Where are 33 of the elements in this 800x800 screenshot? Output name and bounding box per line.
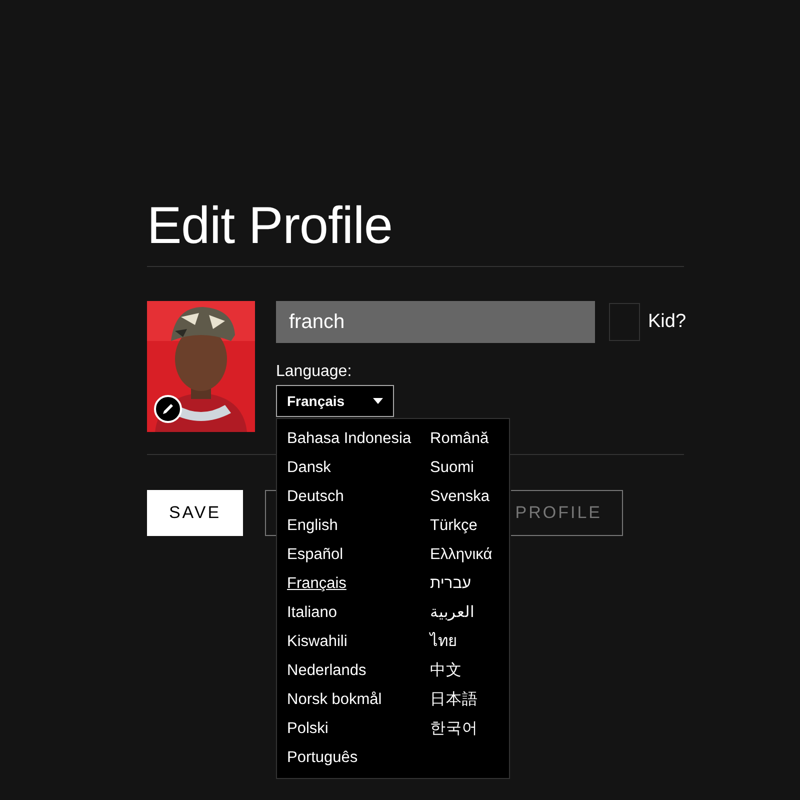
language-option[interactable]: Português xyxy=(287,747,430,776)
language-option[interactable]: Deutsch xyxy=(287,486,430,515)
language-option[interactable]: Dansk xyxy=(287,457,430,486)
language-option[interactable]: Türkçe xyxy=(430,515,510,544)
language-option[interactable]: עברית xyxy=(430,573,510,602)
language-select[interactable]: Français xyxy=(276,385,394,417)
language-option[interactable]: Română xyxy=(430,428,510,457)
language-option[interactable]: Italiano xyxy=(287,602,430,631)
language-option[interactable]: 한국어 xyxy=(430,718,510,747)
language-option[interactable]: Svenska xyxy=(430,486,510,515)
language-option[interactable]: Polski xyxy=(287,718,430,747)
caret-icon xyxy=(373,398,383,404)
save-button[interactable]: SAVE xyxy=(147,490,243,536)
kid-label: Kid? xyxy=(648,311,686,333)
language-option[interactable]: Español xyxy=(287,544,430,573)
language-label: Language: xyxy=(276,363,353,381)
page-title: Edit Profile xyxy=(147,196,394,256)
profile-action-button[interactable] xyxy=(265,490,276,536)
language-option[interactable]: Français xyxy=(287,573,430,602)
language-option[interactable]: Bahasa Indonesia xyxy=(287,428,430,457)
language-option[interactable]: Norsk bokmål xyxy=(287,689,430,718)
language-option[interactable]: Suomi xyxy=(430,457,510,486)
language-option[interactable]: English xyxy=(287,515,430,544)
language-option[interactable]: 日本語 xyxy=(430,689,510,718)
profile-action-button[interactable]: PROFILE xyxy=(511,490,623,536)
language-option[interactable]: Kiswahili xyxy=(287,631,430,660)
language-option[interactable]: العربية xyxy=(430,602,510,631)
name-input[interactable]: franch xyxy=(276,301,595,343)
language-option[interactable]: 中文 xyxy=(430,660,510,689)
language-option[interactable]: Ελληνικά xyxy=(430,544,510,573)
language-option[interactable]: Nederlands xyxy=(287,660,430,689)
language-option[interactable]: ไทย xyxy=(430,631,510,660)
kid-checkbox[interactable] xyxy=(609,303,640,341)
